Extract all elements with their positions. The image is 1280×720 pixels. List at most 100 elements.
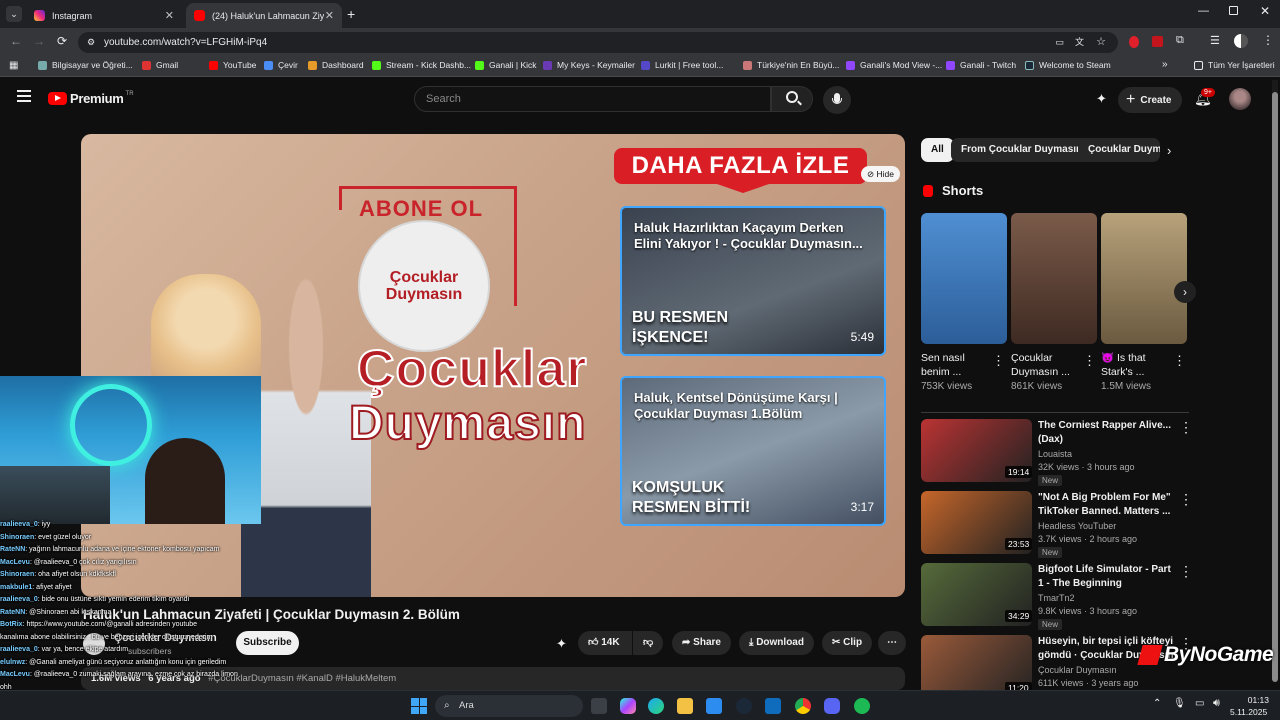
tab-youtube[interactable]: (24) Haluk'un Lahmacun Ziyafeti ✕ [186,3,342,28]
close-icon[interactable]: ✕ [165,9,174,22]
file-explorer-icon[interactable] [677,698,693,714]
chat-text: : afiyet afiyet [32,583,72,591]
new-badge: New [1038,619,1063,630]
discord-icon[interactable] [824,698,840,714]
all-bookmarks[interactable]: Tüm Yer İşaretleri [1194,60,1275,70]
recommended-video[interactable]: 19:14 The Corniest Rapper Alive... (Dax) L… [921,419,1193,486]
extensions-puzzle-icon[interactable]: ⧉ [1176,34,1184,47]
chevron-right-icon[interactable]: › [1167,143,1171,158]
short-more-icon[interactable]: ⋮ [992,353,1005,369]
microphone-icon[interactable]: 🎙︎ [1173,698,1186,709]
bookmark-item[interactable]: Dashboard [308,60,364,70]
recommended-video[interactable]: 23:53 "Not A Big Problem For Me" TikToker… [921,491,1193,558]
gift-icon[interactable]: ✦ [1096,91,1107,107]
short-more-icon[interactable]: ⋮ [1173,353,1186,369]
tab-instagram[interactable]: Instagram ✕ [26,3,182,28]
close-icon[interactable]: ✕ [325,9,334,22]
task-view-icon[interactable] [591,698,607,714]
bookmark-item[interactable]: Gmail [142,60,178,70]
chat-message: makbule1: afiyet afiyet [0,582,290,595]
tray-chevron-icon[interactable]: ⌃ [1153,698,1161,709]
edge-icon[interactable] [648,698,664,714]
endscreen-video-card[interactable]: Haluk Hazırlıktan Kaçayım Derken Elini Y… [620,206,886,356]
store-icon[interactable] [706,698,722,714]
tab-search-button[interactable]: ⌄ [6,6,22,22]
steam-icon[interactable] [736,698,752,714]
chip-related[interactable]: Çocuklar Duym... [1078,138,1160,162]
page-scrollbar[interactable] [1272,80,1278,682]
reload-icon[interactable]: ⟳ [57,34,67,48]
copilot-icon[interactable] [620,698,636,714]
taskbar-search[interactable]: ⌕ Ara [435,695,583,717]
more-options-icon[interactable]: ⋮ [1179,563,1193,580]
scrollbar-thumb[interactable] [1272,92,1278,682]
bookmark-item[interactable]: Lurkit | Free tool... [641,60,723,70]
clock-date[interactable]: 5.11.2025 [1230,707,1267,717]
chip-all[interactable]: All [921,138,954,162]
maximize-icon[interactable] [1229,6,1238,15]
more-options-icon[interactable]: ⋮ [1179,419,1193,436]
extension-icon[interactable] [1129,36,1139,48]
profile-avatar[interactable] [1234,34,1248,48]
volume-icon[interactable]: 🔊︎ [1213,697,1220,710]
bookmark-item[interactable]: Stream - Kick Dashb... [372,60,471,70]
chrome-icon[interactable] [795,698,811,714]
bookmark-item[interactable]: Welcome to Steam [1025,60,1111,70]
more-bookmarks-icon[interactable]: » [1162,59,1168,70]
new-tab-button[interactable]: + [347,6,355,22]
outlook-icon[interactable] [765,698,781,714]
dislike-button[interactable]: 👎︎ [633,631,663,655]
clip-button[interactable]: ✂ Clip [822,631,873,655]
bookmark-item[interactable]: Ganali | Kick [475,60,537,70]
avatar[interactable] [1229,88,1251,110]
forward-icon[interactable]: → [33,34,45,48]
bookmark-item[interactable]: Bilgisayar ve Öğreti... [38,60,133,70]
bookmark-item[interactable]: YouTube [209,60,256,70]
voice-search-button[interactable] [823,86,851,114]
chat-text: : @raalieeva_0 zumaki sağlam arayına. ez… [29,671,238,678]
bookmark-item[interactable]: My Keys - Keymailer [543,60,635,70]
bookmark-star-icon[interactable]: ☆ [1096,32,1106,53]
url-field[interactable]: ⚙ youtube.com/watch?v=LFGHiM-iPq4 ☆ 文 ▭ [78,32,1118,53]
chip-from-channel[interactable]: From Çocuklar Duymasın [951,138,1093,162]
channel-logo-circle[interactable]: Çocuklar Duymasın [360,222,488,350]
extension-icon[interactable] [1152,36,1163,47]
more-options-icon[interactable]: ⋮ [1179,491,1193,508]
short-more-icon[interactable]: ⋮ [1083,353,1096,369]
menu-icon[interactable]: ⋮ [1262,33,1274,47]
create-button[interactable]: + Create [1118,87,1182,113]
share-button[interactable]: ➦ Share [672,631,731,655]
back-icon[interactable]: ← [10,34,22,48]
bookmark-item[interactable]: Türkiye'nin En Büyü... [743,60,839,70]
youtube-icon [209,60,218,70]
cast-icon[interactable]: ▭ [1055,32,1064,53]
shorts-next-button[interactable]: › [1174,281,1196,303]
endscreen-video-card[interactable]: Haluk, Kentsel Dönüşüme Karşı | Çocuklar… [620,376,886,526]
hamburger-menu-icon[interactable] [17,90,31,102]
site-info-icon[interactable]: ⚙ [87,32,95,53]
network-icon[interactable]: ▭ [1195,698,1204,709]
more-actions-button[interactable]: ⋯ [878,631,906,655]
bookmark-item[interactable]: Çevir [264,60,298,70]
reading-list-icon[interactable]: ☰ [1210,34,1220,47]
divider [921,412,1189,413]
translate-icon[interactable]: 文 [1075,32,1084,53]
start-icon[interactable] [411,698,427,714]
apps-grid-icon[interactable]: ▦ [9,60,18,71]
bookmark-item[interactable]: Ganali - Twitch [946,60,1016,70]
search-button[interactable] [771,86,813,112]
clock-time[interactable]: 01:13 [1245,695,1269,705]
minimize-icon[interactable]: — [1198,5,1209,17]
like-button[interactable]: 👍︎ 14K [578,631,632,655]
window-close-icon[interactable]: ✕ [1260,4,1270,18]
plus-icon: + [1126,91,1136,108]
download-button[interactable]: ⤓ Download [739,631,814,655]
hide-button[interactable]: ⊘ Hide [861,166,900,182]
bookmark-item[interactable]: Ganali's Mod View -... [846,60,942,70]
recommended-video[interactable]: 34:29 Bigfoot Life Simulator - Part 1 - T… [921,563,1193,630]
video-channel: Headless YouTuber [1038,521,1117,531]
gift-icon[interactable]: ✦ [556,636,567,652]
spotify-icon[interactable] [854,698,870,714]
youtube-logo[interactable]: Premium TR [48,91,134,106]
search-input[interactable]: Search [414,86,771,112]
